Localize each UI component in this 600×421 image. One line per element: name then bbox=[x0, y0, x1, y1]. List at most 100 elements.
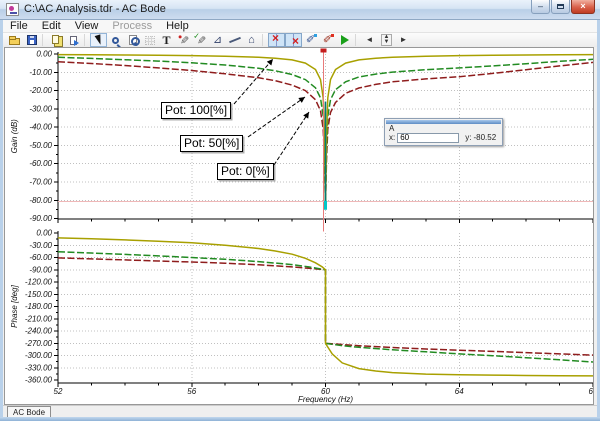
close-button[interactable]: × bbox=[571, 0, 595, 14]
menu-help[interactable]: Help bbox=[159, 20, 196, 33]
select-cursor-button[interactable] bbox=[90, 33, 107, 47]
y-tick-label: -210.00 bbox=[25, 314, 53, 323]
menu-view[interactable]: View bbox=[68, 20, 106, 33]
y-tick-label: -70.00 bbox=[29, 178, 52, 187]
trace-cursor-a-icon bbox=[270, 34, 283, 47]
y-tick-label: 0.00 bbox=[36, 229, 52, 238]
play-icon bbox=[341, 35, 349, 45]
set-square-icon: ⊿ bbox=[213, 34, 222, 46]
minimize-button[interactable]: – bbox=[531, 0, 550, 14]
export-page-button[interactable] bbox=[65, 33, 82, 47]
save-file-button[interactable] bbox=[23, 33, 40, 47]
marker-pen-red-button[interactable]: ✐ bbox=[319, 33, 336, 47]
window-border-left bbox=[0, 20, 3, 417]
page-arrow-icon bbox=[70, 36, 77, 45]
annotation-pot-100[interactable]: Pot: 100[%] bbox=[161, 102, 231, 119]
probe-check-tool-button[interactable]: ✎ bbox=[192, 33, 209, 47]
spinner-icon: ▲▼ bbox=[381, 34, 393, 46]
cursor-intersection-marker bbox=[324, 201, 327, 210]
arrow-right-small-icon: ► bbox=[400, 35, 408, 45]
y-tick-label: -90.00 bbox=[29, 265, 52, 274]
bode-chart: 0.00-10.00-20.00-30.00-40.00-50.00-60.00… bbox=[5, 48, 593, 404]
zoom-in-button[interactable] bbox=[107, 33, 124, 47]
ruler-tool-button[interactable]: ⊿ bbox=[209, 33, 226, 47]
line-tool-button[interactable] bbox=[226, 33, 243, 47]
pen-red-icon: ✐ bbox=[323, 34, 332, 46]
cursor-info-panel[interactable]: A x: y: -80.52 bbox=[384, 118, 503, 146]
arrow-pointer-icon bbox=[94, 34, 103, 45]
polygon-icon: ⌂ bbox=[248, 34, 255, 46]
maximize-button[interactable] bbox=[551, 0, 570, 14]
cursor-panel-titlebar[interactable] bbox=[386, 120, 501, 124]
app-window: C:\AC Analysis.tdr - AC Bode – × File Ed… bbox=[0, 0, 600, 421]
step-back-button[interactable]: ◄ bbox=[361, 33, 378, 47]
cursor-b-toggle-button[interactable] bbox=[285, 33, 302, 47]
probe-check-icon: ✎ bbox=[195, 35, 207, 44]
annotation-arrow bbox=[274, 112, 309, 165]
floppy-icon bbox=[27, 35, 37, 45]
y-tick-label: -50.00 bbox=[29, 141, 52, 150]
copy-button[interactable] bbox=[48, 33, 65, 47]
titlebar[interactable]: C:\AC Analysis.tdr - AC Bode – × bbox=[0, 0, 600, 20]
text-tool-button[interactable]: T bbox=[158, 33, 175, 47]
grid-icon bbox=[145, 36, 155, 45]
y-axis-title: Phase [deg] bbox=[10, 284, 19, 327]
y-tick-label: -180.00 bbox=[25, 302, 53, 311]
y-tick-label: -240.00 bbox=[25, 327, 53, 336]
maximize-icon bbox=[557, 4, 564, 9]
x-tick-label: 64 bbox=[455, 387, 464, 396]
y-tick-label: -300.00 bbox=[25, 351, 53, 360]
annotation-pot-0[interactable]: Pot: 0[%] bbox=[217, 163, 274, 180]
y-tick-label: -30.00 bbox=[29, 104, 52, 113]
window-title: C:\AC Analysis.tdr - AC Bode bbox=[24, 3, 166, 15]
cursor-y-value: -80.52 bbox=[473, 132, 496, 143]
annotation-arrowhead bbox=[303, 112, 309, 119]
y-tick-label: -80.00 bbox=[29, 196, 52, 205]
x-axis-title: Frequency (Hz) bbox=[298, 395, 353, 404]
tab-bar: AC Bode bbox=[3, 405, 597, 417]
x-tick-label: 68 bbox=[589, 387, 593, 396]
letter-t-icon: T bbox=[162, 34, 170, 46]
folder-open-icon bbox=[9, 38, 20, 45]
pen-blue-icon: ✐ bbox=[306, 34, 315, 46]
annotation-arrow bbox=[248, 97, 305, 137]
y-tick-label: 0.00 bbox=[36, 50, 52, 59]
grid-toggle-button bbox=[141, 33, 158, 47]
menu-edit[interactable]: Edit bbox=[35, 20, 68, 33]
y-tick-label: -330.00 bbox=[25, 363, 53, 372]
annotation-arrowhead bbox=[298, 97, 305, 103]
cursor-x-label: x: bbox=[389, 132, 395, 143]
toolbar: T ✎ ✎ ⊿ ⌂ ✐ ✐ ◄ ▲▼ ► bbox=[3, 33, 597, 47]
y-tick-label: -10.00 bbox=[29, 68, 52, 77]
marker-pen-blue-button[interactable]: ✐ bbox=[302, 33, 319, 47]
y-tick-label: -60.00 bbox=[29, 253, 52, 262]
menu-file[interactable]: File bbox=[3, 20, 35, 33]
y-tick-label: -270.00 bbox=[25, 339, 53, 348]
probe-tool-button[interactable]: ✎ bbox=[175, 33, 192, 47]
step-forward-button[interactable]: ► bbox=[395, 33, 412, 47]
copy-pages-icon bbox=[52, 35, 59, 44]
y-axis-title: Gain (dB) bbox=[10, 119, 19, 154]
trace-cursor-b-icon bbox=[287, 34, 300, 47]
zoom-window-button[interactable] bbox=[124, 33, 141, 47]
cursor-x-input[interactable] bbox=[397, 133, 459, 143]
run-button[interactable] bbox=[336, 33, 353, 47]
probe-icon: ✎ bbox=[178, 35, 190, 44]
value-spinner-button[interactable]: ▲▼ bbox=[378, 33, 395, 47]
polygon-tool-button[interactable]: ⌂ bbox=[243, 33, 260, 47]
annotation-pot-50[interactable]: Pot: 50[%] bbox=[180, 135, 243, 152]
y-tick-label: -120.00 bbox=[25, 278, 53, 287]
x-tick-label: 56 bbox=[187, 387, 196, 396]
magnifier-doc-icon bbox=[129, 35, 137, 45]
cursor-a-toggle-button[interactable] bbox=[268, 33, 285, 47]
menubar: File Edit View Process Help bbox=[3, 20, 597, 33]
cursor-name-label: A bbox=[389, 125, 502, 132]
arrow-left-small-icon: ◄ bbox=[366, 35, 374, 45]
open-file-button[interactable] bbox=[6, 33, 23, 47]
bode-plot-panel: 0.00-10.00-20.00-30.00-40.00-50.00-60.00… bbox=[4, 47, 594, 405]
window-border-bottom bbox=[0, 417, 600, 421]
cursor-top-marker bbox=[321, 49, 327, 53]
window-controls: – × bbox=[531, 0, 595, 14]
y-tick-label: -360.00 bbox=[25, 376, 53, 385]
line-icon bbox=[229, 37, 241, 43]
